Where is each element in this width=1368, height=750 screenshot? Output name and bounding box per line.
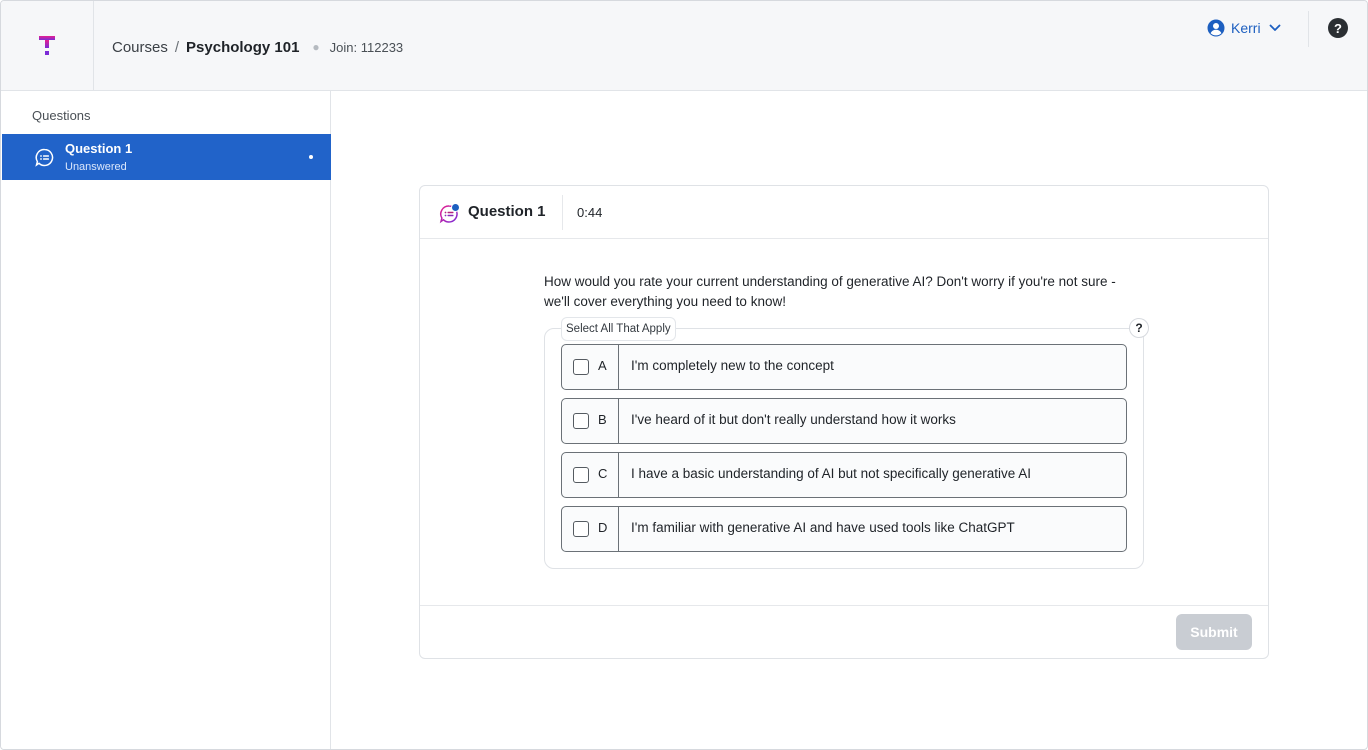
select-all-instruction: Select All That Apply (561, 317, 676, 341)
option-checkbox[interactable] (573, 467, 589, 483)
breadcrumb-dot: ● (312, 40, 320, 54)
option-letter: D (598, 520, 608, 535)
option-letter: C (598, 466, 608, 481)
option-text: I'm completely new to the concept (631, 358, 834, 373)
option-selector: D (562, 507, 619, 551)
question-chat-icon (35, 148, 54, 167)
multiple-choice-question-icon (439, 203, 460, 224)
chevron-down-icon (1269, 24, 1280, 31)
header-vertical-divider (562, 195, 563, 230)
answer-option-b[interactable]: B I've heard of it but don't really unde… (561, 398, 1127, 444)
option-letter: A (598, 358, 607, 373)
question-card-footer: Submit (420, 605, 1268, 658)
answer-option-c[interactable]: C I have a basic understanding of AI but… (561, 452, 1127, 498)
sidebar-item-question-1[interactable]: Question 1 Unanswered (2, 134, 331, 180)
breadcrumb-courses-link[interactable]: Courses (112, 39, 168, 56)
submit-button[interactable]: Submit (1176, 614, 1252, 650)
option-checkbox[interactable] (573, 413, 589, 429)
option-letter: B (598, 412, 607, 427)
sidebar-item-status: Unanswered (65, 161, 127, 173)
user-menu[interactable]: Kerri (1207, 18, 1281, 38)
question-card-header: Question 1 0:44 (420, 186, 1268, 239)
sidebar-item-title: Question 1 (65, 141, 133, 156)
header-divider (1308, 11, 1309, 47)
breadcrumb: Courses / Psychology 101 ● Join: 112233 (112, 36, 403, 58)
top-header: Courses / Psychology 101 ● Join: 112233 … (1, 1, 1367, 91)
question-hint-button[interactable]: ? (1129, 318, 1149, 338)
answer-option-d[interactable]: D I'm familiar with generative AI and ha… (561, 506, 1127, 552)
option-checkbox[interactable] (573, 359, 589, 375)
question-timer: 0:44 (577, 205, 603, 220)
logo-area[interactable] (1, 1, 94, 91)
answer-option-a[interactable]: A I'm completely new to the concept (561, 344, 1127, 390)
question-prompt: How would you rate your current understa… (544, 274, 1116, 309)
join-code: Join: 112233 (329, 39, 404, 55)
help-button[interactable]: ? (1328, 18, 1348, 38)
option-selector: A (562, 345, 619, 389)
option-text: I have a basic understanding of AI but n… (631, 466, 1032, 481)
user-avatar-icon (1207, 19, 1225, 37)
brand-logo-icon (39, 36, 55, 55)
option-text: I've heard of it but don't really unders… (631, 412, 956, 427)
question-card: Question 1 0:44 How would you rate your … (419, 185, 1269, 659)
option-selector: C (562, 453, 619, 497)
breadcrumb-separator: / (174, 38, 180, 56)
option-selector: B (562, 399, 619, 443)
option-text: I'm familiar with generative AI and have… (631, 520, 1015, 535)
unanswered-dot (309, 155, 313, 159)
questions-sidebar: Questions Question 1 Unanswered (1, 91, 331, 749)
app-window: Courses / Psychology 101 ● Join: 112233 … (0, 0, 1368, 750)
question-title: Question 1 (468, 203, 546, 220)
user-name: Kerri (1231, 20, 1261, 36)
option-checkbox[interactable] (573, 521, 589, 537)
breadcrumb-current-course: Psychology 101 (186, 38, 300, 56)
sidebar-title: Questions (32, 108, 91, 123)
